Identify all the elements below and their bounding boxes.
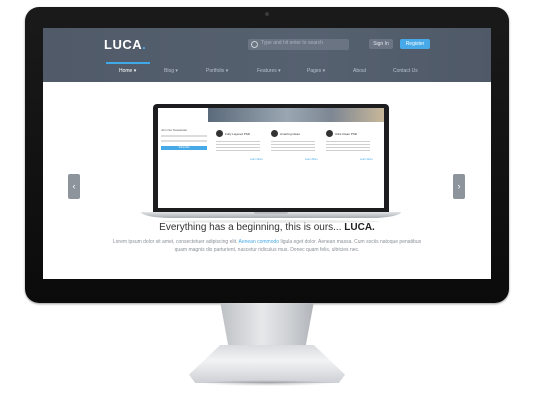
- laptop-lid: Join Our Newsletter Subscribe Fully Laye…: [153, 104, 389, 212]
- laptop-newsletter: Join Our Newsletter Subscribe: [161, 128, 207, 150]
- imac-bezel: LUCA. Type and hit enter to search Sign …: [25, 7, 509, 303]
- nav-item-features[interactable]: Features ▾: [257, 68, 281, 74]
- newsletter-title: Join Our Newsletter: [161, 128, 188, 132]
- paragraph-text: Lorem ipsum dolor sit amet, consectetuer…: [112, 239, 239, 245]
- hero-headline: Everything has a beginning, this is ours…: [43, 222, 491, 233]
- laptop-hero-image: [208, 108, 384, 122]
- nav-item-contact[interactable]: Contact Us: [393, 68, 418, 74]
- laptop-mockup: Join Our Newsletter Subscribe Fully Laye…: [141, 104, 401, 223]
- camera-dot: [265, 12, 269, 16]
- sign-in-button[interactable]: Sign In: [369, 39, 393, 49]
- site-logo[interactable]: LUCA.: [104, 37, 146, 52]
- nav-item-portfolio[interactable]: Portfolio ▾: [206, 68, 228, 74]
- slider-prev-button[interactable]: ‹: [68, 174, 80, 199]
- feature-title: Amazing Ideas: [280, 132, 300, 136]
- feature-icon: [326, 130, 333, 137]
- nav-item-pages[interactable]: Pages ▾: [307, 68, 325, 74]
- search-placeholder: Type and hit enter to search: [261, 40, 323, 46]
- headline-brand: LUCA.: [344, 222, 375, 233]
- paragraph-link[interactable]: Aenean commodo: [238, 239, 279, 245]
- nav-item-about[interactable]: About: [353, 68, 366, 74]
- website-screen: LUCA. Type and hit enter to search Sign …: [43, 28, 491, 279]
- logo-dot: .: [142, 37, 147, 52]
- search-icon: [251, 41, 258, 48]
- nav-active-indicator: [106, 62, 150, 64]
- laptop-screen: Join Our Newsletter Subscribe Fully Laye…: [158, 108, 384, 208]
- feature-text-lines: [271, 141, 315, 153]
- newsletter-field: [161, 135, 207, 137]
- main-nav: Home ▾ Blog ▾ Portfolio ▾ Features ▾ Pag…: [43, 62, 491, 82]
- search-input[interactable]: Type and hit enter to search: [248, 39, 349, 50]
- hero-paragraph: Lorem ipsum dolor sit amet, consectetuer…: [111, 238, 423, 254]
- feature-title: Fully Layered PSD: [225, 132, 251, 136]
- imac-stand-base: [189, 345, 345, 383]
- feature-more-link: Learn More: [305, 158, 318, 161]
- imac-stand-neck: [220, 303, 314, 349]
- headline-text: Everything has a beginning, this is ours…: [159, 222, 345, 233]
- newsletter-field: [161, 140, 207, 142]
- feature-text-lines: [216, 141, 260, 153]
- feature-more-link: Learn More: [360, 158, 373, 161]
- site-header: LUCA. Type and hit enter to search Sign …: [43, 28, 491, 82]
- feature-text-lines: [326, 141, 370, 153]
- nav-item-home[interactable]: Home ▾: [119, 68, 136, 74]
- register-button[interactable]: Register: [400, 39, 430, 49]
- feature-icon: [216, 130, 223, 137]
- newsletter-button: Subscribe: [161, 146, 207, 150]
- imac-stand-shadow: [199, 380, 335, 386]
- nav-item-blog[interactable]: Blog ▾: [164, 68, 178, 74]
- feature-more-link: Learn More: [250, 158, 263, 161]
- feature-title: Ultra Clean PSD: [335, 132, 358, 136]
- slider-next-button[interactable]: ›: [453, 174, 465, 199]
- laptop-notch: [254, 212, 288, 214]
- feature-icon: [271, 130, 278, 137]
- logo-text: LUCA: [104, 37, 143, 52]
